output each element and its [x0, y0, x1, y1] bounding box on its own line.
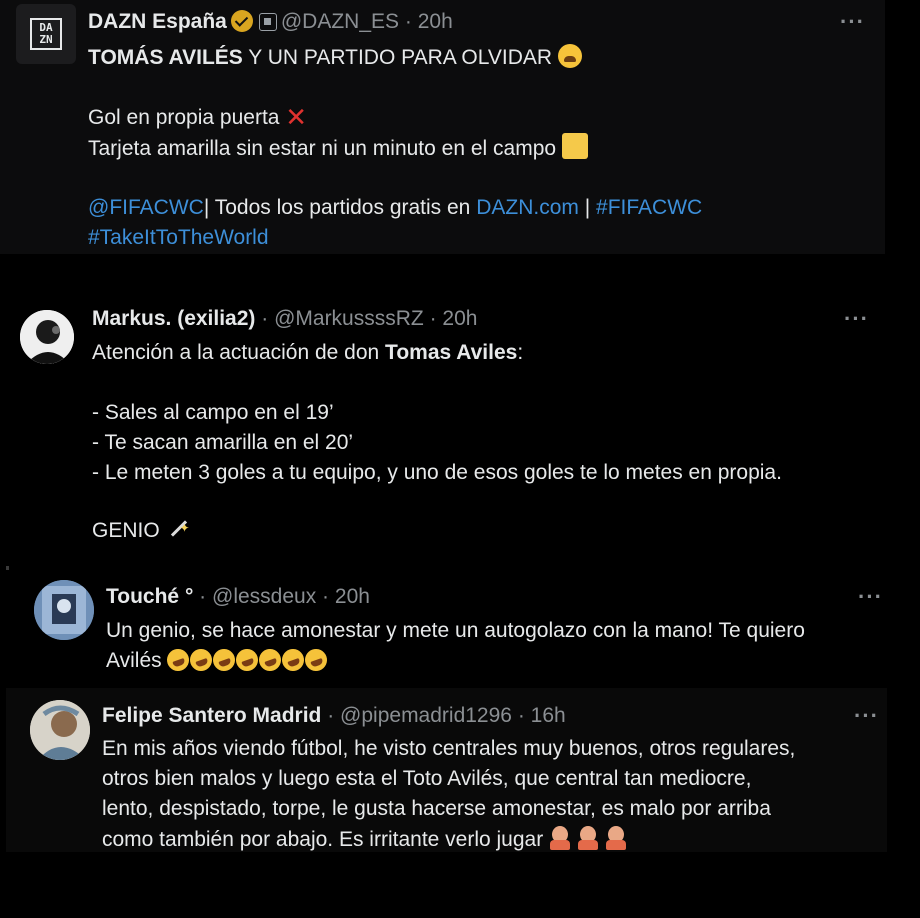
- text-span: | Todos los partidos gratis en: [203, 196, 477, 219]
- author-name[interactable]: Markus. (exilia2): [92, 307, 255, 330]
- touche-avatar[interactable]: [34, 580, 94, 640]
- cross-mark-emoji: ✕: [285, 102, 308, 132]
- tweet-text-line: En mis años viendo fútbol, he visto cent…: [102, 737, 796, 760]
- dazn-avatar[interactable]: DA ZN: [16, 4, 76, 64]
- tweet-text-line: - Sales al campo en el 19’: [92, 401, 334, 424]
- rofl-emoji: [164, 645, 193, 675]
- tweet-text-line: GENIO: [92, 513, 190, 546]
- separator: ·: [193, 585, 213, 608]
- separator: ·: [511, 704, 531, 727]
- separator: ·: [316, 585, 335, 608]
- url-link[interactable]: DAZN.com: [476, 196, 579, 219]
- rofl-emoji: [279, 645, 308, 675]
- timestamp[interactable]: 16h: [531, 704, 566, 727]
- rofl-emoji: [256, 645, 285, 675]
- tweet-touche[interactable]: Touché ° · @lessdeux · 20h ··· Un genio,…: [0, 570, 920, 692]
- tweet-text-line: Avilés: [106, 645, 331, 676]
- bold-text: Tomas Aviles: [385, 341, 518, 364]
- author-name[interactable]: Touché °: [106, 585, 193, 608]
- mention-link[interactable]: @FIFACWC: [88, 196, 204, 219]
- text-span: Y UN PARTIDO PARA OLVIDAR: [242, 46, 558, 69]
- author-handle[interactable]: @pipemadrid1296: [340, 704, 512, 727]
- tweet-text-line: lento, despistado, torpe, le gusta hacer…: [102, 797, 771, 820]
- yellow-square-emoji: [561, 133, 588, 159]
- text-span: Atención a la actuación de don: [92, 341, 386, 364]
- weary-face-emoji: [557, 44, 582, 68]
- avatar-image: [30, 700, 90, 760]
- tweet-text-line: Atención a la actuación de don Tomas Avi…: [92, 338, 523, 368]
- tweet-text-line: TOMÁS AVILÉS Y UN PARTIDO PARA OLVIDAR: [88, 43, 582, 73]
- tweet-text-line: - Le meten 3 goles a tu equipo, y uno de…: [92, 461, 782, 484]
- text-span: |: [578, 196, 597, 219]
- author-handle[interactable]: @DAZN_ES: [281, 10, 399, 33]
- facepalm-emoji: [549, 824, 571, 850]
- text-span: Avilés: [106, 649, 168, 672]
- tweet-header: Markus. (exilia2) · @MarkussssRZ · 20h: [92, 306, 477, 332]
- hashtag-link[interactable]: #FIFACWC: [596, 196, 702, 219]
- tweet-text-line: #TakeItToTheWorld: [88, 223, 269, 253]
- affiliate-badge-icon: [258, 13, 277, 31]
- tweet-text-line: Tarjeta amarilla sin estar ni un minuto …: [88, 133, 588, 164]
- separator: ·: [255, 307, 275, 330]
- rofl-emoji: [233, 645, 262, 675]
- markus-avatar[interactable]: [20, 310, 74, 364]
- more-icon[interactable]: ···: [844, 308, 869, 330]
- tweet-header: Touché ° · @lessdeux · 20h: [106, 584, 370, 610]
- bold-text: TOMÁS AVILÉS: [88, 46, 243, 69]
- verified-badge-icon: [230, 10, 253, 32]
- separator: ·: [423, 307, 443, 330]
- more-icon[interactable]: ···: [858, 586, 883, 608]
- felipe-avatar[interactable]: [30, 700, 90, 760]
- tweet-text-line: Gol en propia puerta ✕: [88, 103, 307, 133]
- author-name[interactable]: Felipe Santero Madrid: [102, 704, 321, 727]
- separator: ·: [399, 10, 418, 33]
- magic-wand-emoji: [166, 513, 190, 543]
- text-span: Tarjeta amarilla sin estar ni un minuto …: [88, 137, 562, 160]
- facepalm-emoji: [605, 824, 627, 850]
- rofl-emoji: [210, 645, 239, 675]
- dazn-logo-text: DA ZN: [30, 18, 62, 50]
- hashtag-link[interactable]: #TakeItToTheWorld: [88, 226, 269, 249]
- tweet-header: DAZN España @DAZN_ES · 20h: [88, 9, 453, 35]
- tweet-header: Felipe Santero Madrid · @pipemadrid1296 …: [102, 703, 566, 729]
- timestamp[interactable]: 20h: [418, 10, 453, 33]
- tweet-dazn[interactable]: DA ZN DAZN España @DAZN_ES · 20h ··· TOMÁ…: [0, 0, 885, 254]
- text-span: GENIO: [92, 519, 166, 542]
- author-handle[interactable]: @lessdeux: [212, 585, 316, 608]
- more-icon[interactable]: ···: [854, 705, 879, 727]
- facepalm-emoji: [577, 824, 599, 850]
- avatar-image: [34, 580, 94, 640]
- text-span: :: [517, 341, 524, 364]
- text-span: como también por abajo. Es irritante ver…: [102, 828, 550, 851]
- rofl-emoji: [187, 645, 216, 675]
- rofl-emoji: [302, 645, 331, 675]
- author-handle[interactable]: @MarkussssRZ: [274, 307, 424, 330]
- tweet-text-line: como también por abajo. Es irritante ver…: [102, 824, 633, 855]
- timestamp[interactable]: 20h: [335, 585, 370, 608]
- text-span: Gol en propia puerta: [88, 106, 286, 129]
- separator: ·: [321, 704, 341, 727]
- avatar-image: [20, 310, 74, 364]
- more-icon[interactable]: ···: [840, 11, 865, 33]
- timestamp[interactable]: 20h: [442, 307, 477, 330]
- tweet-text-line: - Te sacan amarilla en el 20’: [92, 431, 354, 454]
- tweet-felipe[interactable]: Felipe Santero Madrid · @pipemadrid1296 …: [6, 688, 887, 852]
- tweet-text-line: Un genio, se hace amonestar y mete un au…: [106, 619, 805, 642]
- tweet-markus[interactable]: Markus. (exilia2) · @MarkussssRZ · 20h ·…: [0, 288, 920, 570]
- tweet-text-line: otros bien malos y luego esta el Toto Av…: [102, 767, 752, 790]
- author-name[interactable]: DAZN España: [88, 10, 227, 33]
- tweet-text-line: @FIFACWC| Todos los partidos gratis en D…: [88, 193, 702, 223]
